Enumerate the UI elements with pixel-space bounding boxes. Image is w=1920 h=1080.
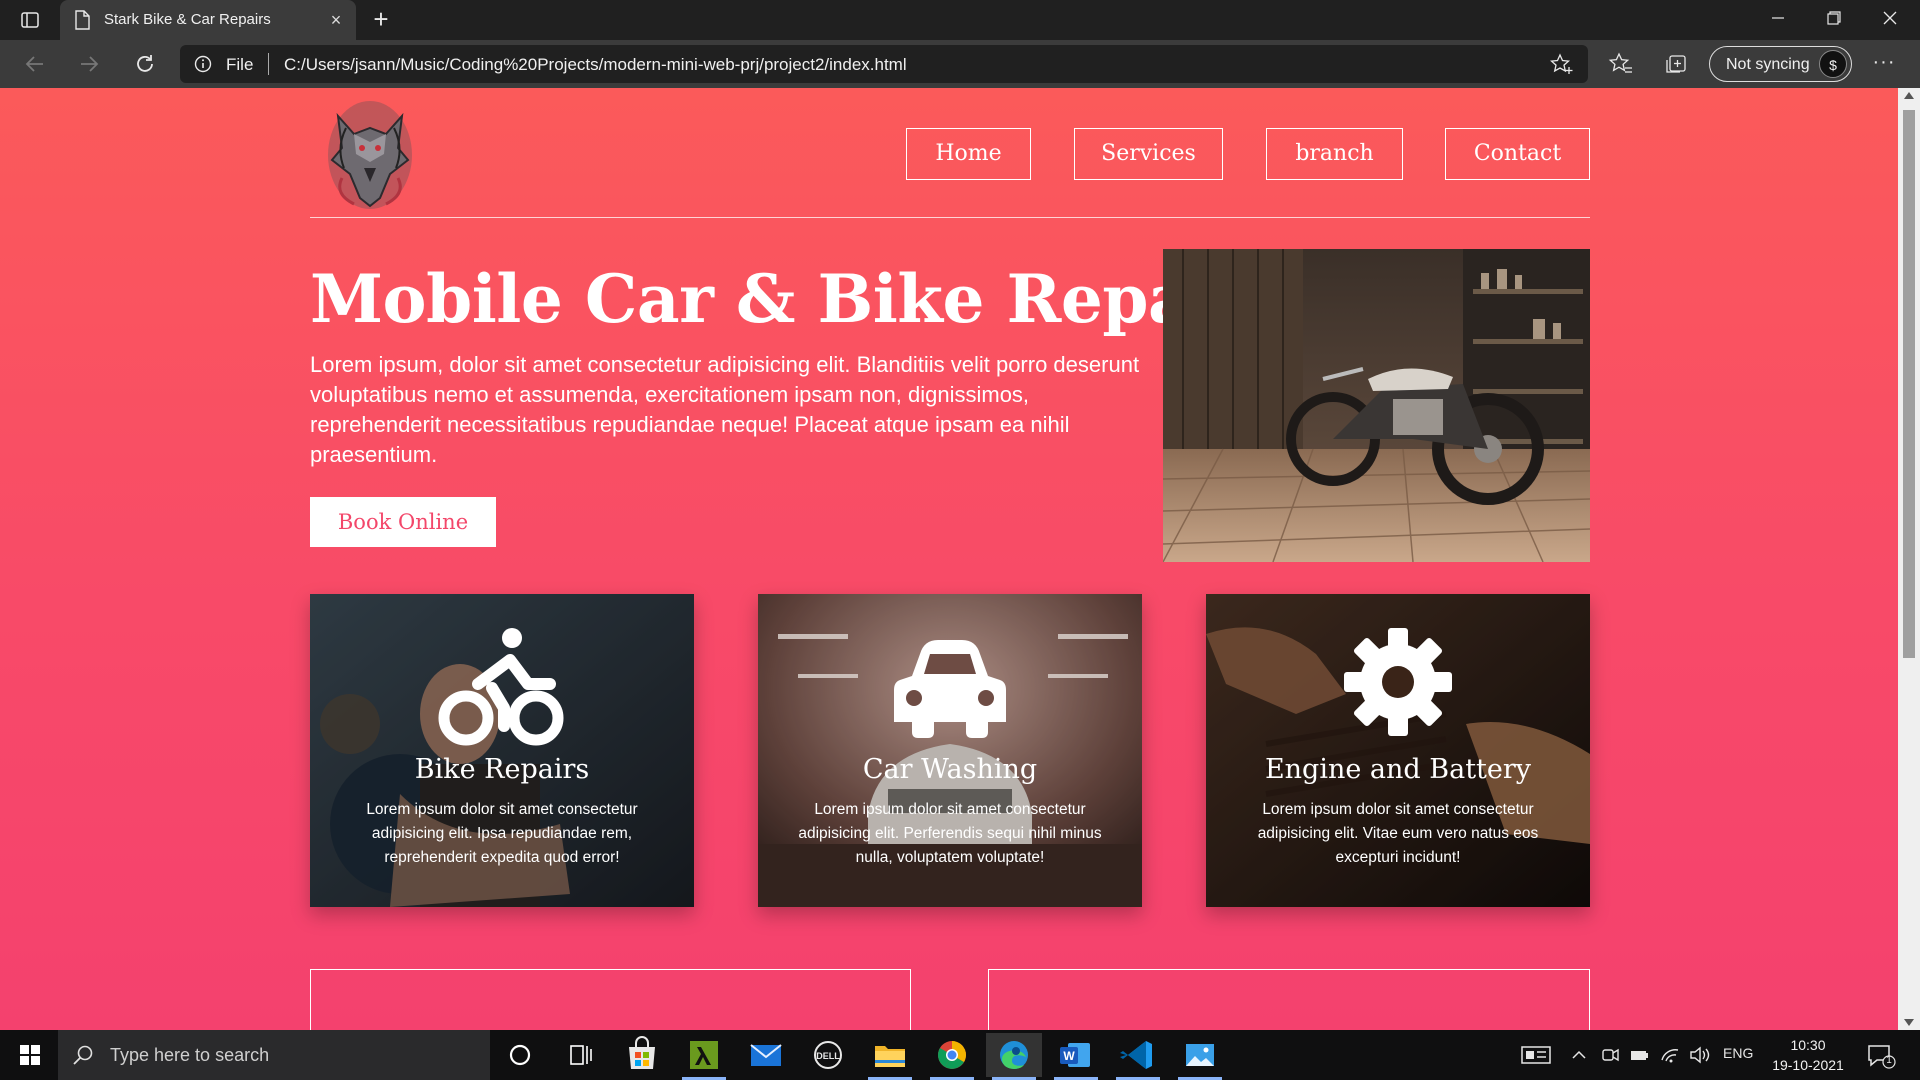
page-viewport: Home Services branch Contact Mobile Car … bbox=[0, 88, 1898, 1030]
service-card-car-washing[interactable]: Car Washing Lorem ipsum dolor sit amet c… bbox=[758, 594, 1142, 907]
refresh-button[interactable] bbox=[128, 48, 162, 80]
search-icon bbox=[72, 1044, 94, 1066]
cortana-circle-icon[interactable] bbox=[492, 1033, 548, 1077]
windows-start-icon[interactable] bbox=[10, 1041, 50, 1069]
nav-services-link[interactable]: Services bbox=[1074, 128, 1223, 180]
language-indicator[interactable]: ENG bbox=[1723, 1045, 1759, 1067]
forward-button[interactable] bbox=[72, 48, 106, 80]
word-icon[interactable]: W bbox=[1048, 1033, 1104, 1080]
card-text: Lorem ipsum dolor sit amet consectetur a… bbox=[366, 801, 638, 866]
close-tab-icon[interactable]: × bbox=[326, 10, 346, 30]
collections-icon[interactable] bbox=[1663, 52, 1689, 76]
card-title: Engine and Battery bbox=[1264, 754, 1532, 785]
scroll-down-arrow-icon[interactable] bbox=[1904, 1019, 1914, 1026]
gear-icon bbox=[1344, 628, 1452, 736]
vscode-icon[interactable] bbox=[1110, 1033, 1166, 1080]
browser-tab[interactable]: Stark Bike & Car Repairs × bbox=[60, 0, 356, 40]
nav-contact-link[interactable]: Contact bbox=[1445, 128, 1590, 180]
lambda-app-icon[interactable] bbox=[676, 1033, 732, 1080]
edge-icon[interactable] bbox=[986, 1033, 1042, 1080]
favorites-icon[interactable] bbox=[1608, 52, 1634, 76]
browser-tab-bar: Stark Bike & Car Repairs × + bbox=[0, 0, 1920, 40]
more-menu-icon[interactable]: ··· bbox=[1868, 52, 1900, 76]
search-placeholder: Type here to search bbox=[110, 1045, 270, 1065]
book-online-button[interactable]: Book Online bbox=[310, 497, 496, 547]
svg-text:DELL: DELL bbox=[816, 1051, 840, 1061]
chrome-icon[interactable] bbox=[924, 1033, 980, 1080]
nav-home-link[interactable]: Home bbox=[906, 128, 1031, 180]
address-toolbar: File C:/Users/jsann/Music/Coding%20Proje… bbox=[0, 40, 1920, 88]
volume-icon[interactable] bbox=[1688, 1044, 1710, 1066]
hidden-icons-chevron-icon[interactable] bbox=[1570, 1044, 1588, 1066]
new-tab-button[interactable]: + bbox=[366, 6, 396, 34]
wolf-logo[interactable] bbox=[324, 98, 416, 212]
card-text: Lorem ipsum dolor sit amet consectetur a… bbox=[798, 801, 1102, 866]
sync-status-label: Not syncing bbox=[1726, 56, 1810, 73]
add-favorite-icon[interactable] bbox=[1549, 53, 1574, 75]
news-widget-icon[interactable] bbox=[1520, 1044, 1552, 1066]
clock-time: 10:30 bbox=[1790, 1037, 1826, 1053]
close-window-button[interactable] bbox=[1862, 0, 1918, 40]
service-card-engine-battery[interactable]: Engine and Battery Lorem ipsum dolor sit… bbox=[1206, 594, 1590, 907]
scrollbar-thumb[interactable] bbox=[1903, 110, 1915, 658]
card-text: Lorem ipsum dolor sit amet consectetur a… bbox=[1257, 801, 1539, 866]
minimize-button[interactable] bbox=[1750, 0, 1806, 40]
mail-icon[interactable] bbox=[738, 1033, 794, 1077]
store-icon[interactable] bbox=[614, 1033, 670, 1077]
document-icon bbox=[74, 10, 90, 30]
meet-now-icon[interactable] bbox=[1600, 1044, 1620, 1066]
back-button[interactable] bbox=[18, 48, 52, 80]
file-explorer-icon[interactable] bbox=[862, 1033, 918, 1080]
card-title: Car Washing bbox=[862, 754, 1038, 785]
wifi-icon[interactable] bbox=[1660, 1044, 1680, 1066]
dell-icon[interactable]: DELL bbox=[800, 1033, 856, 1077]
nav-branch-link[interactable]: branch bbox=[1266, 128, 1403, 180]
info-icon[interactable] bbox=[194, 55, 212, 73]
address-url[interactable]: C:/Users/jsann/Music/Coding%20Projects/m… bbox=[284, 55, 907, 75]
scroll-up-arrow-icon[interactable] bbox=[1904, 92, 1914, 99]
task-view-icon[interactable] bbox=[552, 1033, 608, 1077]
restore-button[interactable] bbox=[1806, 0, 1862, 40]
avatar: $ bbox=[1819, 50, 1847, 78]
address-scheme-label: File bbox=[226, 55, 254, 74]
service-card-bike-repairs[interactable]: Bike Repairs Lorem ipsum dolor sit amet … bbox=[310, 594, 694, 907]
svg-text:W: W bbox=[1063, 1049, 1075, 1063]
header-divider bbox=[310, 217, 1590, 218]
hero-title: Mobile Car & Bike Repairs bbox=[310, 260, 1286, 338]
content-box-right bbox=[988, 969, 1590, 1030]
content-box-left bbox=[310, 969, 911, 1030]
profile-sync-button[interactable]: Not syncing $ bbox=[1709, 46, 1852, 82]
clock-date: 19-10-2021 bbox=[1772, 1057, 1844, 1073]
system-clock[interactable]: 10:30 19-10-2021 bbox=[1768, 1035, 1848, 1075]
vertical-scrollbar[interactable] bbox=[1898, 88, 1920, 1030]
hero-description: Lorem ipsum, dolor sit amet consectetur … bbox=[310, 352, 1140, 467]
car-icon bbox=[894, 640, 1006, 738]
notification-count: 1 bbox=[1886, 1055, 1892, 1066]
taskbar-search-box[interactable]: Type here to search bbox=[58, 1030, 490, 1080]
windows-taskbar: Type here to search DELL W ENG 10:30 19-… bbox=[0, 1030, 1920, 1080]
battery-icon[interactable] bbox=[1630, 1044, 1650, 1066]
garage-motorcycle-image bbox=[1163, 249, 1590, 562]
notifications-icon[interactable]: 1 bbox=[1866, 1042, 1896, 1070]
address-divider bbox=[268, 53, 269, 75]
tab-title: Stark Bike & Car Repairs bbox=[104, 11, 271, 28]
address-bar[interactable]: File C:/Users/jsann/Music/Coding%20Proje… bbox=[180, 45, 1588, 83]
tab-actions-icon[interactable] bbox=[14, 8, 46, 32]
photos-icon[interactable] bbox=[1172, 1033, 1228, 1080]
card-title: Bike Repairs bbox=[414, 754, 590, 785]
bicycle-rider-icon bbox=[438, 628, 564, 746]
